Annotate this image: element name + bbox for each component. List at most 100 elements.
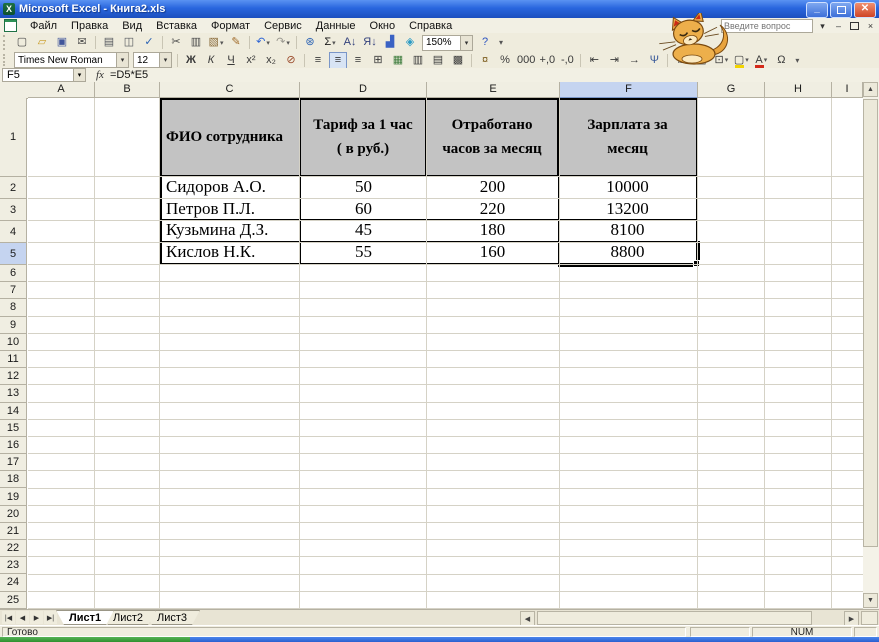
save-icon[interactable]: ▣ xyxy=(53,34,71,51)
superscript-icon[interactable]: x² xyxy=(242,52,260,69)
column-header-B[interactable]: B xyxy=(95,82,160,98)
open-folder-icon[interactable]: ▱ xyxy=(33,34,51,51)
row-header-1[interactable]: 1 xyxy=(0,98,27,177)
table-cell[interactable]: Кузьмина Д.З. xyxy=(162,220,301,241)
print-preview-icon[interactable]: ◫ xyxy=(120,34,138,51)
menu-item-6[interactable]: Данные xyxy=(309,19,363,33)
redo-icon[interactable]: ↷▾ xyxy=(274,34,292,51)
font-color-icon[interactable]: А▾ xyxy=(752,52,770,69)
increase-decimal-icon[interactable]: +,0 xyxy=(538,52,556,69)
row-header-3[interactable]: 3 xyxy=(0,199,27,221)
table-cell[interactable]: 10000 xyxy=(559,177,696,198)
row-header-2[interactable]: 2 xyxy=(0,177,27,199)
last-sheet-icon[interactable]: ▶| xyxy=(44,611,57,624)
sort-descending-icon[interactable]: Я↓ xyxy=(361,34,379,51)
row-header-23[interactable]: 23 xyxy=(0,557,27,574)
chevron-down-icon[interactable]: ▾ xyxy=(286,39,290,47)
italic-icon[interactable]: К xyxy=(202,52,220,69)
row-header-8[interactable]: 8 xyxy=(0,299,27,316)
chevron-down-icon[interactable]: ▾ xyxy=(764,56,768,64)
align-right-icon[interactable]: ≡ xyxy=(349,52,367,69)
row-header-12[interactable]: 12 xyxy=(0,368,27,385)
menu-item-5[interactable]: Сервис xyxy=(257,19,309,33)
help-icon[interactable]: ? xyxy=(476,34,494,51)
cells-style-icon[interactable]: ▩ xyxy=(449,52,467,69)
row-header-16[interactable]: 16 xyxy=(0,437,27,454)
table-cell[interactable]: Петров П.Л. xyxy=(162,199,301,220)
windows-taskbar[interactable] xyxy=(0,637,879,642)
align-center-icon[interactable]: ≡ xyxy=(329,52,347,69)
chevron-down-icon[interactable]: ▾ xyxy=(73,69,85,81)
copy-icon[interactable]: ▥ xyxy=(187,34,205,51)
chevron-down-icon[interactable]: ▾ xyxy=(332,39,336,47)
underline-icon[interactable]: Ч xyxy=(222,52,240,69)
undo-icon[interactable]: ↶▾ xyxy=(254,34,272,51)
scroll-left-icon[interactable]: ◀ xyxy=(520,611,535,626)
percent-icon[interactable]: % xyxy=(496,52,514,69)
table-header-cell[interactable]: ФИО сотрудника xyxy=(162,100,301,177)
scroll-up-icon[interactable]: ▲ xyxy=(863,82,878,97)
table-cell[interactable]: Сидоров А.О. xyxy=(162,177,301,198)
row-header-14[interactable]: 14 xyxy=(0,403,27,420)
chevron-down-icon[interactable]: ▾ xyxy=(220,39,224,47)
scroll-right-icon[interactable]: ▶ xyxy=(844,611,859,626)
select-all-corner[interactable] xyxy=(0,82,29,99)
new-document-icon[interactable]: ▢ xyxy=(13,34,31,51)
menu-item-7[interactable]: Окно xyxy=(363,19,403,33)
thousands-icon[interactable]: 000 xyxy=(516,52,536,69)
table-cell[interactable]: 200 xyxy=(427,177,559,198)
row-header-11[interactable]: 11 xyxy=(0,351,27,368)
menu-item-4[interactable]: Формат xyxy=(204,19,257,33)
decrease-decimal-icon[interactable]: -,0 xyxy=(558,52,576,69)
borders-grid-icon[interactable]: ▦ xyxy=(389,52,407,69)
menu-item-1[interactable]: Правка xyxy=(64,19,115,33)
formula-input[interactable]: =D5*E5 xyxy=(110,69,148,81)
column-header-G[interactable]: G xyxy=(698,82,765,98)
next-sheet-icon[interactable]: ▶ xyxy=(30,611,43,624)
spelling-icon[interactable]: ✓ xyxy=(140,34,158,51)
bold-icon[interactable]: Ж xyxy=(182,52,200,69)
start-button-fragment[interactable] xyxy=(0,637,190,642)
email-icon[interactable]: ✉ xyxy=(73,34,91,51)
first-sheet-icon[interactable]: |◀ xyxy=(2,611,15,624)
table-cell[interactable]: 45 xyxy=(301,220,427,241)
chevron-down-icon[interactable]: ▾ xyxy=(159,53,171,67)
workbook-restore-button[interactable] xyxy=(848,20,861,32)
column-header-F[interactable]: F xyxy=(560,82,698,98)
table-cell[interactable]: 50 xyxy=(301,177,427,198)
workbook-close-button[interactable]: × xyxy=(864,20,877,32)
question-dropdown-icon[interactable]: ▾ xyxy=(816,20,829,32)
text-direction-icon[interactable]: → xyxy=(625,52,643,69)
print-icon[interactable]: ▤ xyxy=(100,34,118,51)
chart-wizard-icon[interactable]: ▟ xyxy=(381,34,399,51)
row-header-15[interactable]: 15 xyxy=(0,420,27,437)
table-cell[interactable]: 160 xyxy=(427,242,559,263)
vertical-scroll-thumb[interactable] xyxy=(863,99,878,547)
column-header-E[interactable]: E xyxy=(427,82,560,98)
name-box[interactable]: F5 ▾ xyxy=(2,68,86,82)
chevron-down-icon[interactable]: ▾ xyxy=(266,39,270,47)
chevron-down-icon[interactable]: ▾ xyxy=(745,56,749,64)
table-header-cell[interactable]: Тариф за 1 час ( в руб.) xyxy=(301,100,427,177)
font-name-combo[interactable]: Times New Roman▾ xyxy=(14,52,129,68)
align-left-icon[interactable]: ≡ xyxy=(309,52,327,69)
erase-format-icon[interactable]: ⊘ xyxy=(282,52,300,69)
row-header-13[interactable]: 13 xyxy=(0,385,27,402)
column-header-C[interactable]: C xyxy=(160,82,300,98)
merge-center-icon[interactable]: ⊞ xyxy=(369,52,387,69)
row-header-19[interactable]: 19 xyxy=(0,488,27,505)
row-header-21[interactable]: 21 xyxy=(0,523,27,540)
row-header-6[interactable]: 6 xyxy=(0,265,27,282)
table-cell[interactable]: Кислов Н.К. xyxy=(162,242,301,263)
drawing-icon[interactable]: ◈ xyxy=(401,34,419,51)
cut-icon[interactable]: ✂ xyxy=(167,34,185,51)
table-cell[interactable]: 8100 xyxy=(559,220,696,241)
toolbar-grip[interactable] xyxy=(3,35,9,50)
row-header-20[interactable]: 20 xyxy=(0,506,27,523)
toolbar-options-icon[interactable]: ▾ xyxy=(795,56,799,65)
column-header-I[interactable]: I xyxy=(832,82,863,98)
fx-icon[interactable]: fx xyxy=(96,69,104,81)
increase-indent-icon[interactable]: ⇥ xyxy=(605,52,623,69)
toolbar-options-icon[interactable]: ▾ xyxy=(499,38,503,47)
column-header-D[interactable]: D xyxy=(300,82,427,98)
